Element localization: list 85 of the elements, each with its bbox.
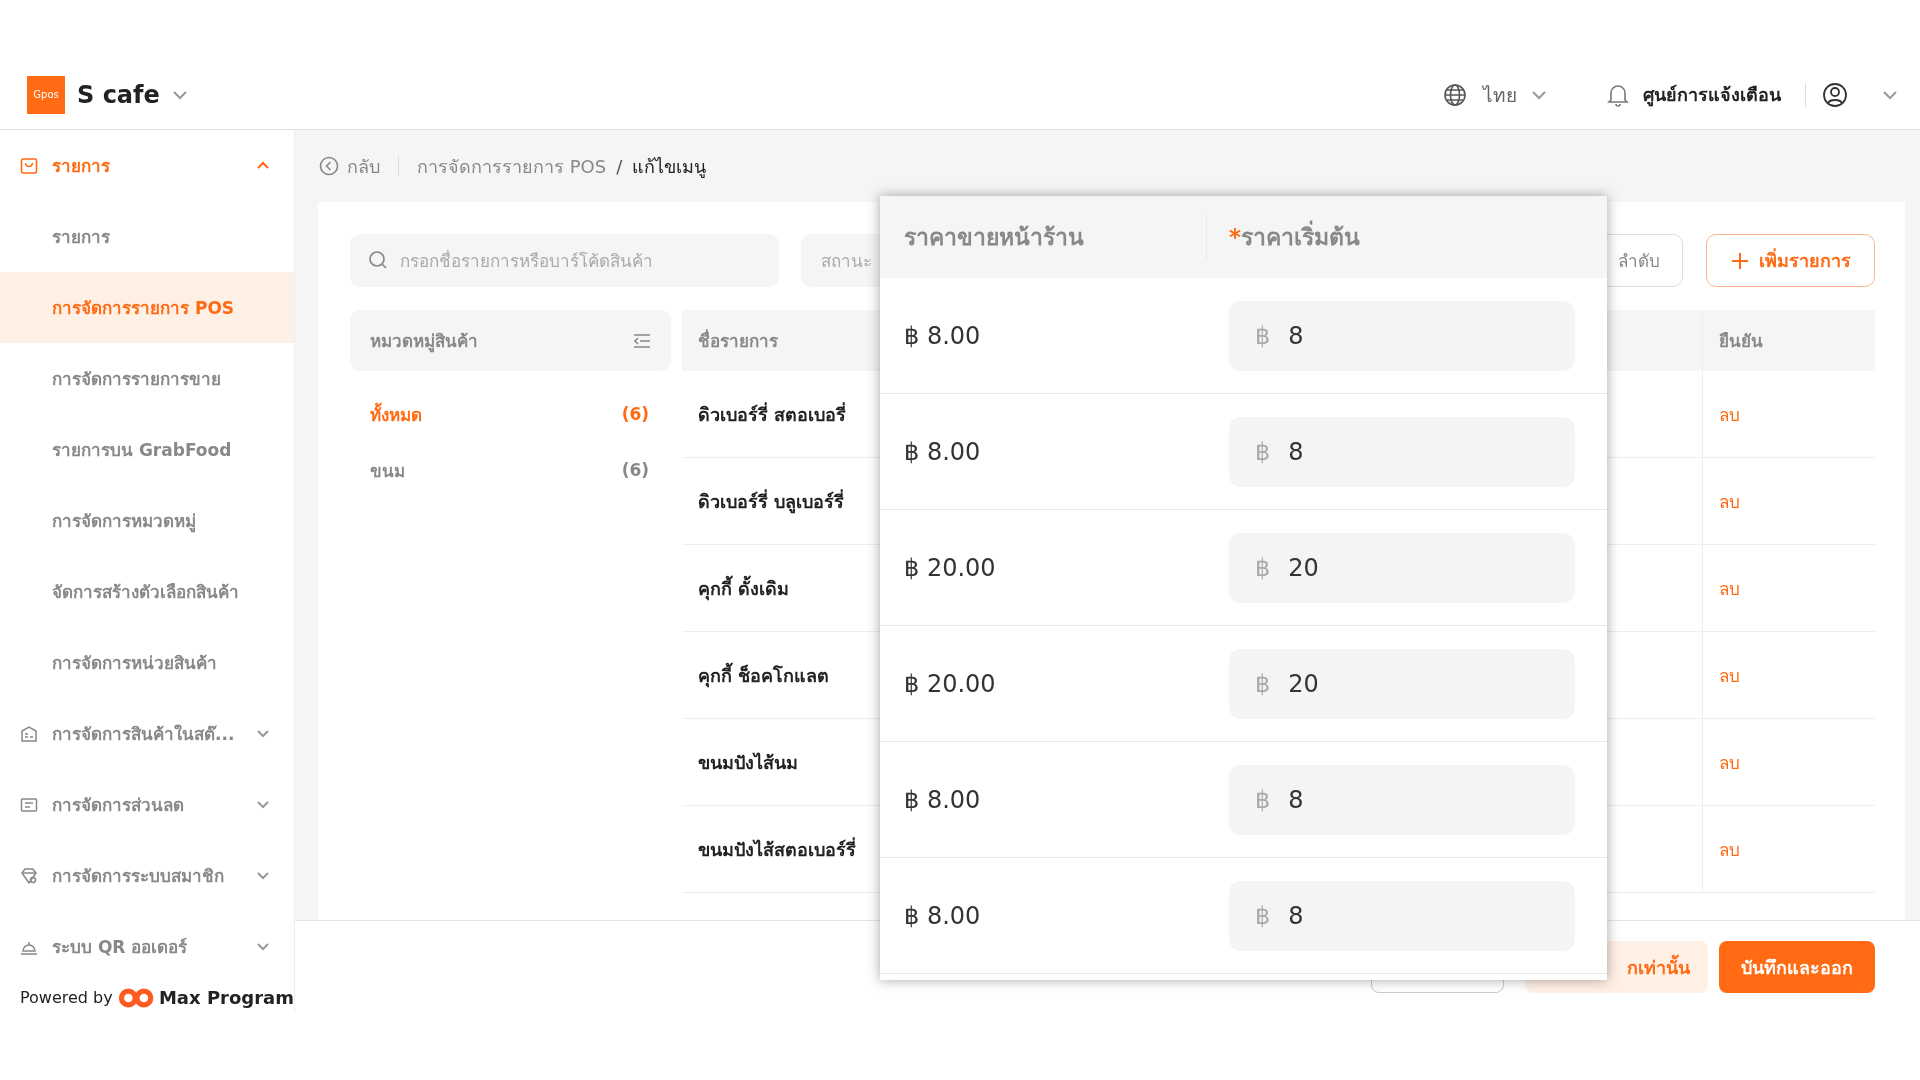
delete-link[interactable]: ลบ xyxy=(1719,487,1740,515)
sidebar-item[interactable]: รายการ xyxy=(0,201,294,272)
breadcrumb-item[interactable]: การจัดการรายการ POS xyxy=(417,151,607,181)
table-cell-text: ฿ 20.00 xyxy=(903,668,997,700)
price-input[interactable]: ฿ 20 xyxy=(1229,648,1575,719)
user-icon[interactable] xyxy=(1822,81,1848,108)
table-cell-text: ขนมปังไส้นม xyxy=(697,750,799,775)
sidebar-group-label: การจัดการระบบสมาชิก xyxy=(52,865,225,888)
sidebar-item[interactable]: การจัดการหมวดหมู่ xyxy=(0,485,294,556)
category-item[interactable]: ขนม (6) xyxy=(350,442,671,498)
save-and-exit-button[interactable]: บันทึกและออก xyxy=(1719,941,1875,993)
ticket-icon xyxy=(20,795,38,814)
plus-icon xyxy=(1730,251,1749,270)
price-input[interactable]: ฿ 8 xyxy=(1229,300,1575,371)
search-icon xyxy=(368,250,388,270)
chevron-down-icon xyxy=(256,942,270,951)
sidebar-group[interactable]: การจัดการส่วนลด xyxy=(0,769,294,840)
notification-center-link[interactable]: ศูนย์การแจ้งเตือน xyxy=(1643,80,1781,109)
language-selector[interactable]: ไทย xyxy=(1483,79,1517,110)
table-cell-text: ฿ 20.00 xyxy=(903,552,997,584)
breadcrumb-separator: / xyxy=(616,155,623,177)
bell-icon[interactable] xyxy=(1607,82,1629,107)
powered-by-text: Powered by xyxy=(20,988,113,1007)
sidebar-group-label: การจัดการส่วนลด xyxy=(52,794,185,817)
category-label: ขนม xyxy=(370,459,405,483)
back-link[interactable]: กลับ xyxy=(347,151,380,181)
table-cell-text: ฿ 8.00 xyxy=(903,900,982,932)
collapse-icon[interactable] xyxy=(633,332,651,349)
breadcrumb-item: แก้ไขเมนู xyxy=(632,154,707,180)
table-cell-text: คุกกี้ ดั้งเดิม xyxy=(697,574,791,603)
column-header: ราคาเริ่มต้น xyxy=(1241,219,1361,255)
chevron-down-icon xyxy=(256,871,270,880)
delete-link[interactable]: ลบ xyxy=(1719,835,1740,863)
table-cell-text: ฿ 8.00 xyxy=(903,436,982,468)
add-item-button[interactable]: เพิ่มรายการ xyxy=(1706,234,1875,287)
sidebar-group-label: ระบบ QR ออเดอร์ xyxy=(52,936,189,959)
logo-icon: Gpos xyxy=(27,75,65,114)
table-cell-text: ดิวเบอร์รี่ สตอเบอรี่ xyxy=(697,401,848,427)
table-cell-text: ฿ 8.00 xyxy=(903,320,982,352)
sidebar-group-label: รายการ xyxy=(52,155,111,178)
chevron-down-icon[interactable] xyxy=(1531,89,1547,100)
price-input[interactable]: ฿ 8 xyxy=(1229,416,1575,487)
price-input[interactable]: ฿ 8 xyxy=(1229,880,1575,951)
delete-link[interactable]: ลบ xyxy=(1719,400,1740,428)
bag-icon xyxy=(20,156,38,175)
sidebar-item[interactable]: จัดการสร้างตัวเลือกสินค้า xyxy=(0,556,294,627)
required-mark: * xyxy=(1229,224,1242,250)
category-label: ทั้งหมด xyxy=(370,401,422,427)
sidebar-item[interactable]: การจัดการหน่วยสินค้า xyxy=(0,627,294,698)
table-cell-text: คุกกี้ ช็อคโกแลต xyxy=(697,661,831,690)
brand-name: Max Program xyxy=(158,987,294,1008)
chevron-up-icon xyxy=(256,161,270,170)
category-title: หมวดหมู่สินค้า xyxy=(370,330,478,354)
sidebar-item[interactable]: รายการบน GrabFood xyxy=(0,414,294,485)
globe-icon[interactable] xyxy=(1443,82,1467,107)
category-count: (6) xyxy=(621,460,649,480)
column-header: ยืนยัน xyxy=(1702,310,1875,371)
table-cell-text: ฿ 8.00 xyxy=(903,784,982,816)
category-count: (6) xyxy=(621,404,649,424)
table-cell-text: ขนมปังไส้สตอเบอร์รี่ xyxy=(697,836,857,862)
search-field[interactable]: กรอกชื่อรายการหรือบาร์โค้ดสินค้า xyxy=(350,234,779,287)
price-input[interactable]: ฿ 20 xyxy=(1229,532,1575,603)
diamond-icon xyxy=(20,866,38,885)
sidebar-group[interactable]: รายการ xyxy=(0,130,294,201)
price-input[interactable]: ฿ 8 xyxy=(1229,764,1575,835)
sidebar-item[interactable]: การจัดการรายการ POS xyxy=(0,272,294,343)
table-cell-text: ดิวเบอร์รี่ บลูเบอร์รี่ xyxy=(697,488,846,516)
sidebar-group-label: การจัดการสินค้าในสต๊... xyxy=(52,723,236,746)
chevron-down-icon[interactable] xyxy=(171,89,188,100)
chevron-down-icon xyxy=(256,729,270,738)
sidebar-group[interactable]: การจัดการระบบสมาชิก xyxy=(0,840,294,911)
building-icon xyxy=(20,724,38,743)
store-name[interactable]: S cafe xyxy=(77,80,160,109)
chevron-down-icon[interactable] xyxy=(1882,89,1898,100)
column-header: ชื่อรายการ xyxy=(697,328,779,353)
delete-link[interactable]: ลบ xyxy=(1719,748,1740,776)
category-item[interactable]: ทั้งหมด (6) xyxy=(350,386,671,442)
chevron-down-icon xyxy=(256,800,270,809)
delete-link[interactable]: ลบ xyxy=(1719,574,1740,602)
sidebar-item[interactable]: การจัดการรายการขาย xyxy=(0,343,294,414)
sidebar-group[interactable]: ระบบ QR ออเดอร์ xyxy=(0,911,294,982)
column-header: ราคาขายหน้าร้าน xyxy=(880,215,1207,259)
sidebar-group[interactable]: การจัดการสินค้าในสต๊... xyxy=(0,698,294,769)
back-icon[interactable] xyxy=(319,156,339,176)
delete-link[interactable]: ลบ xyxy=(1719,661,1740,689)
